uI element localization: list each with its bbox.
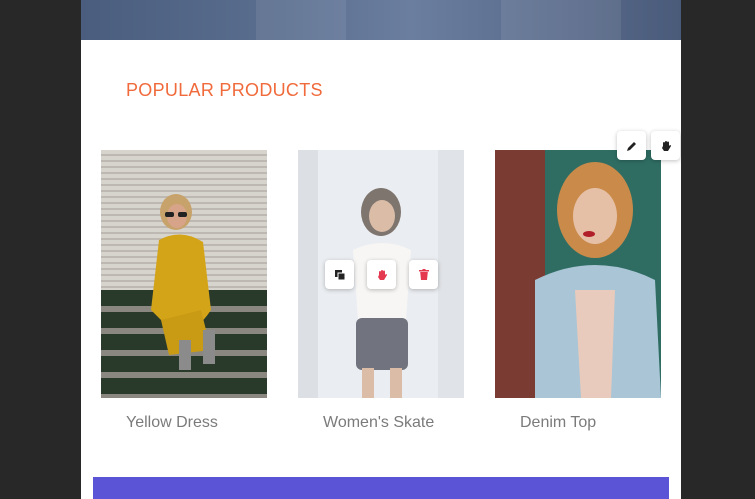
product-card-denim-top[interactable]: Denim Top: [495, 150, 661, 431]
move-button[interactable]: [367, 260, 396, 289]
duplicate-button[interactable]: [325, 260, 354, 289]
model-figure: [535, 162, 661, 398]
product-image[interactable]: [495, 150, 661, 398]
pencil-icon: [626, 141, 636, 151]
drag-button[interactable]: [651, 131, 680, 160]
product-name[interactable]: Denim Top: [520, 414, 596, 432]
edit-button[interactable]: [617, 131, 646, 160]
hand-icon: [377, 269, 387, 280]
product-name[interactable]: Yellow Dress: [126, 414, 218, 432]
delete-button[interactable]: [409, 260, 438, 289]
hand-icon: [661, 140, 671, 151]
product-image[interactable]: [101, 150, 267, 398]
trash-icon: [418, 269, 429, 280]
model-figure: [151, 194, 215, 370]
copy-icon: [334, 269, 345, 280]
page-canvas: POPULAR PRODUCTS Yellow Dress Women's Sk…: [81, 0, 681, 499]
product-name[interactable]: Women's Skate: [323, 414, 434, 432]
hero-banner-image: [81, 0, 681, 40]
product-card-yellow-dress[interactable]: Yellow Dress: [101, 150, 267, 431]
footer-banner: [93, 477, 669, 499]
section-title: POPULAR PRODUCTS: [126, 80, 323, 100]
